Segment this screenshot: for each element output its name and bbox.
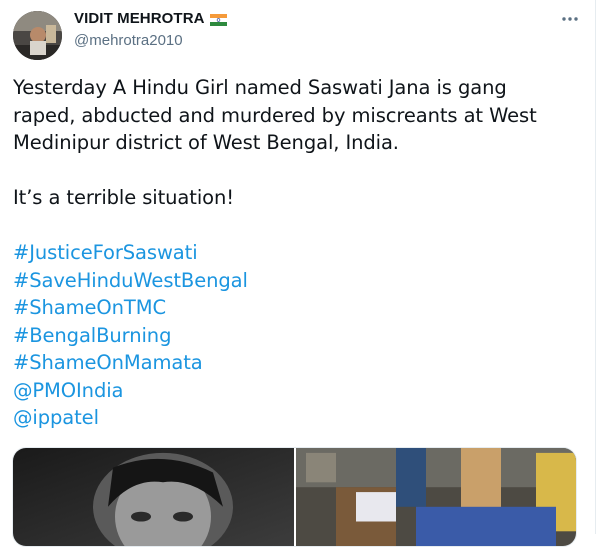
author-name[interactable]: VIDIT MEHROTRA (74, 10, 205, 27)
avatar[interactable] (13, 11, 62, 60)
tweet-text-line: Medinipur district of West Bengal, India… (13, 131, 399, 154)
hashtag-link[interactable]: #SaveHinduWestBengal (13, 267, 583, 295)
india-flag-icon (209, 13, 227, 26)
tweet-text: Yesterday A Hindu Girl named Saswati Jan… (13, 74, 583, 432)
hashtag-link[interactable]: #JusticeForSaswati (13, 239, 583, 267)
tweet-text-line: raped, abducted and murdered by miscrean… (13, 103, 537, 127)
tweet-card[interactable]: VIDIT MEHROTRA @mehrotra2010 Yesterday A… (0, 0, 596, 547)
more-options-icon[interactable] (560, 10, 580, 30)
tweet-media[interactable] (12, 447, 577, 547)
mention-link[interactable]: @ippatel (13, 404, 583, 432)
mention-link[interactable]: @PMOIndia (13, 377, 583, 405)
hashtag-link[interactable]: #ShameOnTMC (13, 294, 583, 322)
media-photo-portrait[interactable] (13, 448, 294, 546)
hashtag-link[interactable]: #BengalBurning (13, 322, 583, 350)
author-handle[interactable]: @mehrotra2010 (74, 32, 183, 49)
tweet-text-line: Yesterday A Hindu Girl named Saswati Jan… (13, 76, 507, 99)
media-photo-scene[interactable] (296, 448, 576, 546)
tweet-text-line: It’s a terrible situation! (13, 186, 234, 209)
hashtag-link[interactable]: #ShameOnMamata (13, 349, 583, 377)
